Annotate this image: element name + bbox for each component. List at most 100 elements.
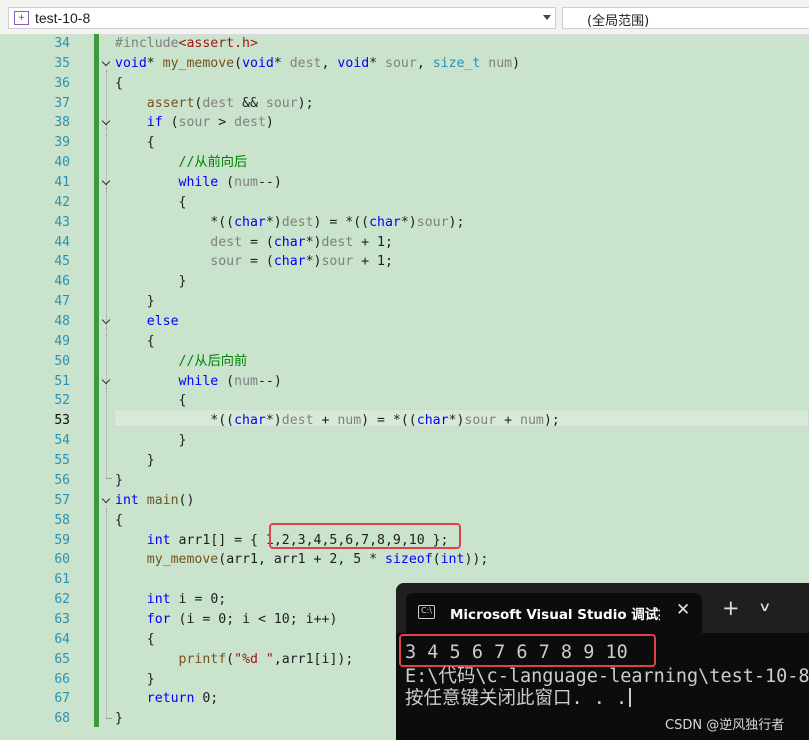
code-text: assert(dest && sour);: [146, 95, 314, 111]
line-number: 53: [54, 413, 70, 429]
code-line[interactable]: 53 *((char*)dest + num) = *((char*)sour …: [0, 411, 809, 431]
code-line[interactable]: 37 assert(dest && sour);: [0, 94, 809, 114]
code-line[interactable]: 56}: [0, 471, 809, 491]
fold-chevron-icon[interactable]: [102, 178, 111, 187]
line-number: 35: [54, 55, 70, 71]
code-text: if (sour > dest): [146, 115, 274, 131]
line-number: 56: [54, 472, 70, 488]
console-tab[interactable]: C:\ Microsoft Visual Studio 调试控制台 ✕: [406, 593, 702, 633]
line-number: 57: [54, 492, 70, 508]
scope-label: (全局范围): [587, 14, 650, 29]
code-line[interactable]: 38 if (sour > dest): [0, 113, 809, 133]
code-line[interactable]: 42 {: [0, 193, 809, 213]
code-line[interactable]: 54 }: [0, 431, 809, 451]
fold-chevron-icon[interactable]: [102, 496, 111, 505]
line-number: 67: [54, 691, 70, 707]
code-text: while (num--): [178, 175, 282, 191]
code-text: }: [115, 671, 155, 687]
code-line[interactable]: 52 {: [0, 391, 809, 411]
code-text: my_memove(arr1, arr1 + 2, 5 * sizeof(int…: [146, 552, 489, 568]
code-line[interactable]: 44 dest = (char*)dest + 1;: [0, 233, 809, 253]
line-number: 64: [54, 631, 70, 647]
code-line[interactable]: 51 while (num--): [0, 372, 809, 392]
code-text: {: [115, 631, 155, 647]
code-text: void* my_memove(void* dest, void* sour, …: [115, 55, 521, 71]
new-tab-button[interactable]: +: [722, 597, 740, 619]
console-prompt-text: 按任意键关闭此窗口. . .: [405, 688, 628, 709]
line-number: 43: [54, 214, 70, 230]
fold-chevron-icon[interactable]: [102, 317, 111, 326]
code-text: printf("%d ",arr1[i]);: [178, 651, 354, 667]
code-line[interactable]: 35 void* my_memove(void* dest, void* sour…: [0, 54, 809, 74]
line-number: 63: [54, 611, 70, 627]
code-text: {: [115, 75, 123, 91]
code-text: int i = 0;: [146, 592, 227, 608]
line-number: 41: [54, 175, 70, 191]
debug-console-window[interactable]: C:\ Microsoft Visual Studio 调试控制台 ✕ + ∨ …: [396, 583, 809, 740]
line-number: 38: [54, 115, 70, 131]
fold-chevron-icon[interactable]: [102, 118, 111, 127]
line-number: 48: [54, 314, 70, 330]
code-text: }: [115, 472, 123, 488]
code-line[interactable]: 49 {: [0, 332, 809, 352]
code-line[interactable]: 57 int main(): [0, 491, 809, 511]
code-line[interactable]: 48 else: [0, 312, 809, 332]
code-text: }: [115, 433, 187, 449]
fold-chevron-icon[interactable]: [102, 377, 111, 386]
code-text: {: [115, 194, 187, 210]
code-line[interactable]: 40 //从前向后: [0, 153, 809, 173]
line-number: 61: [54, 572, 70, 588]
code-text: {: [115, 333, 155, 349]
line-number: 42: [54, 194, 70, 210]
code-line[interactable]: 45 sour = (char*)sour + 1;: [0, 252, 809, 272]
code-text: {: [115, 512, 123, 528]
line-number: 49: [54, 333, 70, 349]
code-text: }: [115, 274, 187, 290]
scope-dropdown[interactable]: (全局范围): [562, 7, 809, 29]
code-text: int main(): [115, 492, 195, 508]
code-line[interactable]: 34 #include<assert.h>: [0, 34, 809, 54]
code-line[interactable]: 55 }: [0, 451, 809, 471]
code-text: }: [115, 294, 155, 310]
line-number: 45: [54, 254, 70, 270]
code-line[interactable]: 47 }: [0, 292, 809, 312]
code-line[interactable]: 60 my_memove(arr1, arr1 + 2, 5 * sizeof(…: [0, 550, 809, 570]
line-number: 37: [54, 95, 70, 111]
code-text: //从前向后: [115, 155, 248, 171]
line-number: 51: [54, 373, 70, 389]
line-number: 68: [54, 711, 70, 727]
code-text: //从后向前: [115, 353, 248, 369]
code-text: dest = (char*)dest + 1;: [210, 234, 393, 250]
line-number: 50: [54, 353, 70, 369]
code-text: sour = (char*)sour + 1;: [210, 254, 393, 270]
code-text: return 0;: [146, 691, 219, 707]
line-number: 59: [54, 532, 70, 548]
project-name: test-10-8: [35, 10, 91, 26]
line-number: 66: [54, 671, 70, 687]
code-line[interactable]: 36 {: [0, 74, 809, 94]
line-number: 36: [54, 75, 70, 91]
line-number: 47: [54, 294, 70, 310]
project-dropdown[interactable]: + test-10-8: [8, 7, 556, 29]
fold-chevron-icon[interactable]: [102, 59, 111, 68]
text-cursor: [629, 688, 631, 707]
watermark: CSDN @逆风独行者: [665, 718, 785, 733]
line-number: 54: [54, 433, 70, 449]
console-tab-title: Microsoft Visual Studio 调试控制台: [450, 607, 660, 623]
navigation-bar: + test-10-8 (全局范围): [0, 0, 809, 35]
chevron-down-icon[interactable]: [543, 15, 551, 20]
code-text: {: [115, 393, 187, 409]
code-line[interactable]: 43 *((char*)dest) = *((char*)sour);: [0, 213, 809, 233]
code-text: }: [115, 711, 123, 727]
cpp-project-icon: +: [14, 11, 29, 25]
line-number: 39: [54, 135, 70, 151]
code-line[interactable]: 46 }: [0, 272, 809, 292]
close-icon[interactable]: ✕: [676, 600, 690, 620]
line-number: 34: [54, 36, 70, 51]
code-line[interactable]: 39 {: [0, 133, 809, 153]
code-text: #include<assert.h>: [115, 36, 258, 51]
code-line[interactable]: 41 while (num--): [0, 173, 809, 193]
line-number: 62: [54, 592, 70, 608]
code-line[interactable]: 50 //从后向前: [0, 352, 809, 372]
chevron-down-icon[interactable]: ∨: [758, 597, 771, 619]
